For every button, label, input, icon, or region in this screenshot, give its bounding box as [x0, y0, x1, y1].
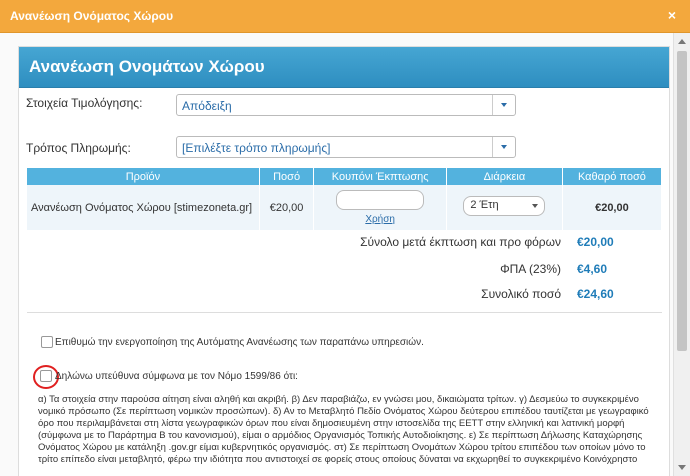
col-header-coupon: Κουπόνι Έκπτωσης — [313, 168, 447, 185]
duration-value: 2 Έτη — [470, 199, 499, 211]
section-divider — [27, 312, 662, 313]
billing-label: Στοιχεία Τιμολόγησης: — [26, 96, 143, 110]
payment-select-value: [Επιλέξτε τρόπο πληρωμής] — [182, 141, 331, 155]
col-header-duration: Διάρκεια — [446, 168, 563, 185]
table-row: Ανανέωση Ονόματος Χώρου [stimezoneta.gr]… — [27, 185, 663, 230]
order-table: Προϊόν Ποσό Κουπόνι Έκπτωσης Διάρκεια Κα… — [27, 168, 663, 230]
scroll-down-icon[interactable] — [678, 465, 686, 470]
duration-select[interactable]: 2 Έτη — [463, 196, 546, 216]
cell-product: Ανανέωση Ονόματος Χώρου [stimezoneta.gr] — [27, 185, 260, 230]
scroll-up-icon[interactable] — [678, 39, 686, 44]
total-label: Συνολικό ποσό — [481, 287, 561, 301]
vat-label: ΦΠΑ (23%) — [500, 262, 561, 276]
chevron-down-icon[interactable] — [492, 95, 515, 115]
vertical-scrollbar[interactable] — [673, 33, 690, 476]
payment-label: Τρόπος Πληρωμής: — [26, 141, 131, 155]
coupon-input[interactable] — [336, 190, 425, 210]
auto-renew-checkbox[interactable] — [41, 336, 53, 348]
col-header-net: Καθαρό ποσό — [562, 168, 663, 185]
billing-select[interactable]: Απόδειξη — [176, 94, 516, 116]
subtotal-value: €20,00 — [577, 235, 614, 249]
panel-heading: Ανανέωση Ονομάτων Χώρου — [29, 57, 265, 76]
cell-amount: €20,00 — [259, 185, 315, 230]
cell-duration: 2 Έτη — [446, 185, 563, 230]
declaration-terms-text: α) Τα στοιχεία στην παρούσα αίτηση είναι… — [38, 394, 649, 465]
window-titlebar: Ανανέωση Ονόματος Χώρου × — [0, 0, 690, 33]
window-title: Ανανέωση Ονόματος Χώρου — [10, 9, 174, 23]
table-header-row: Προϊόν Ποσό Κουπόνι Έκπτωσης Διάρκεια Κα… — [27, 168, 663, 185]
chevron-down-icon[interactable] — [529, 199, 541, 211]
vat-value: €4,60 — [577, 262, 608, 276]
cell-coupon: Χρήση — [313, 185, 447, 230]
declaration-label: Δηλώνω υπεύθυνα σύμφωνα με τον Νόμο 1599… — [55, 371, 298, 382]
payment-select[interactable]: [Επιλέξτε τρόπο πληρωμής] — [176, 136, 516, 158]
coupon-apply-link[interactable]: Χρήση — [318, 214, 442, 225]
scrollbar-thumb[interactable] — [677, 51, 687, 351]
panel-header: Ανανέωση Ονομάτων Χώρου — [19, 47, 669, 88]
col-header-product: Προϊόν — [27, 168, 260, 185]
cell-net: €20,00 — [562, 185, 663, 230]
billing-select-value: Απόδειξη — [182, 99, 232, 113]
total-value: €24,60 — [577, 287, 614, 301]
subtotal-label: Σύνολο μετά έκπτωση και προ φόρων — [360, 235, 561, 249]
auto-renew-label: Επιθυμώ την ενεργοποίηση της Αυτόματης Α… — [55, 337, 424, 348]
chevron-down-icon[interactable] — [492, 137, 515, 157]
close-icon[interactable]: × — [664, 7, 680, 23]
col-header-amount: Ποσό — [259, 168, 315, 185]
